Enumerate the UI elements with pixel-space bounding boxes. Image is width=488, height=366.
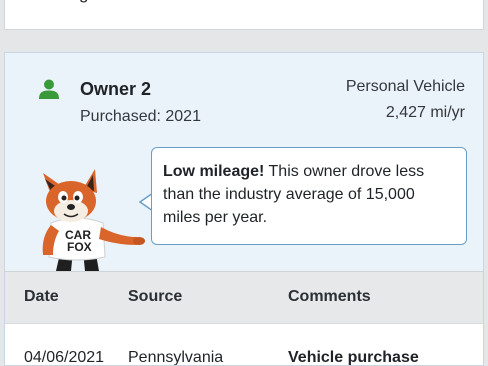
row-comment: Vehicle purchase [288,349,419,366]
owner-title: Owner 2 [80,79,152,99]
owner-card: Owner 2 Purchased: 2021 Personal Vehicle… [4,52,484,366]
column-header-comments: Comments [288,288,371,305]
person-icon [38,78,60,105]
row-date: 04/06/2021 [24,349,105,366]
owner-annual-mileage: 2,427 mi/yr [385,104,465,121]
column-header-source: Source [128,288,183,305]
callout-lead: Low mileage! [163,163,265,180]
owner-purchased-year: Purchased: 2021 [80,108,201,125]
history-table-header: Date Source Comments [5,271,483,323]
carfox-mascot: CAR FOX [42,169,145,271]
previous-record-card: g [4,0,484,30]
owner-vehicle-type: Personal Vehicle [345,78,465,95]
previous-card-text: g [79,0,88,4]
column-header-date: Date [24,288,59,305]
table-row[interactable]: 04/06/2021 Pennsylvania Vehicle purchase [5,323,483,366]
row-source: Pennsylvania [128,349,224,366]
low-mileage-callout: Low mileage! This owner drove less than … [151,147,467,245]
mascot-shirt-line2: FOX [67,240,92,254]
